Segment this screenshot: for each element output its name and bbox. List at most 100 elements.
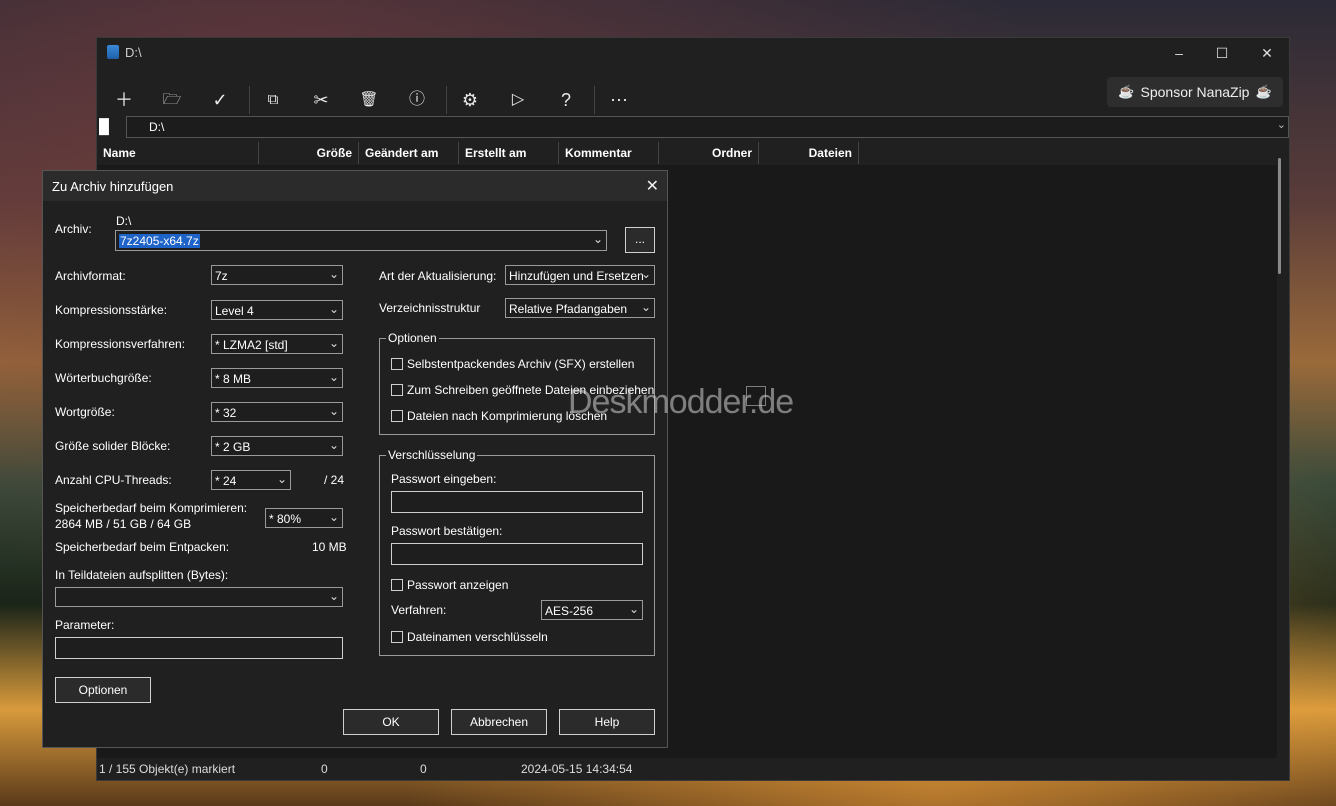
chevron-down-icon[interactable]: ⌄ [593, 232, 603, 246]
word-size-label: Wortgröße: [55, 405, 115, 419]
column-comment[interactable]: Kommentar [559, 142, 659, 164]
column-name[interactable]: Name [97, 142, 259, 164]
app-icon [107, 45, 119, 59]
update-mode-select[interactable]: Hinzufügen und Ersetzen ⌄ [505, 265, 655, 285]
sponsor-label: Sponsor NanaZip [1140, 84, 1250, 100]
window-title: D:\ [125, 45, 142, 60]
sfx-checkbox[interactable]: Selbstentpackendes Archiv (SFX) erstelle… [391, 357, 634, 371]
chevron-down-icon: ⌄ [276, 472, 287, 486]
sfx-label: Selbstentpackendes Archiv (SFX) erstelle… [407, 357, 635, 371]
address-path: D:\ [149, 120, 165, 134]
gear-icon[interactable]: ⚙ [452, 82, 488, 118]
method-select[interactable]: * LZMA2 [std] ⌄ [211, 334, 343, 354]
scrollbar[interactable] [1278, 158, 1281, 274]
toolbar-separator [594, 86, 595, 114]
add-icon[interactable]: ＋ [106, 82, 142, 118]
check-icon[interactable]: ✓ [202, 82, 238, 118]
copy-icon[interactable]: ⧉ [255, 82, 291, 118]
sponsor-button[interactable]: ☕ Sponsor NanaZip ☕ [1107, 77, 1283, 107]
close-button[interactable]: ✕ [1245, 42, 1289, 64]
help-button[interactable]: Help [559, 709, 655, 735]
chevron-down-icon: ⌄ [328, 267, 339, 281]
memory-compress-label: Speicherbedarf beim Komprimieren: [55, 501, 248, 515]
encrypt-names-checkbox[interactable]: Dateinamen verschlüsseln [391, 630, 548, 644]
memory-decompress-label: Speicherbedarf beim Entpacken: [55, 540, 230, 554]
ok-button[interactable]: OK [343, 709, 439, 735]
column-folders[interactable]: Ordner [659, 142, 759, 164]
add-to-archive-dialog: Zu Archiv hinzufügen ✕ Archiv: D:\ 7z240… [42, 170, 668, 748]
split-select[interactable]: ⌄ [55, 587, 343, 607]
format-value: 7z [215, 269, 228, 283]
column-size[interactable]: Größe [259, 142, 359, 164]
encryption-method-value: AES-256 [545, 604, 594, 618]
archive-directory: D:\ [116, 214, 132, 228]
password-confirm-input[interactable] [391, 543, 643, 565]
password-label: Passwort eingeben: [391, 472, 497, 486]
checkbox-box[interactable] [391, 410, 403, 422]
help-icon[interactable]: ? [548, 82, 584, 118]
checkbox-box[interactable] [391, 579, 403, 591]
checkbox-box[interactable] [391, 358, 403, 370]
memory-decompress-value: 10 MB [312, 540, 347, 554]
more-icon[interactable]: ⋯ [601, 82, 637, 118]
word-size-value: * 32 [215, 406, 237, 420]
minimize-button[interactable]: – [1157, 42, 1201, 64]
checkbox-box[interactable] [391, 384, 403, 396]
dictionary-label: Wörterbuchgröße: [55, 371, 152, 385]
path-mode-label: Verzeichnisstruktur [379, 301, 481, 315]
play-icon[interactable]: ▷ [500, 82, 536, 118]
chevron-down-icon: ⌄ [640, 300, 651, 314]
toolbar-separator [249, 86, 250, 114]
column-files[interactable]: Dateien [759, 142, 859, 164]
status-bar: 1 / 155 Objekt(e) markiert 0 0 2024-05-1… [97, 758, 1289, 780]
chevron-down-icon[interactable]: ⌄ [1277, 118, 1286, 131]
show-password-label: Passwort anzeigen [407, 578, 509, 592]
password-confirm-label: Passwort bestätigen: [391, 524, 503, 538]
checkbox-box[interactable] [391, 631, 403, 643]
chevron-down-icon: ⌄ [328, 510, 339, 524]
column-headers: Name Größe Geändert am Erstellt am Komme… [97, 142, 1289, 164]
dictionary-value: * 8 MB [215, 372, 252, 386]
coffee-icon: ☕ [1118, 84, 1135, 99]
chevron-down-icon: ⌄ [628, 602, 639, 616]
maximize-button[interactable]: ☐ [1200, 42, 1244, 64]
solid-block-select[interactable]: * 2 GB ⌄ [211, 436, 343, 456]
parameter-input[interactable] [55, 637, 343, 659]
threads-value: * 24 [215, 474, 237, 488]
status-packed: 0 [420, 762, 427, 776]
encryption-group: Verschlüsselung Passwort eingeben: Passw… [379, 448, 655, 656]
folder-add-icon[interactable]: 🗁 [154, 82, 190, 118]
coffee-icon: ☕ [1255, 84, 1272, 99]
show-password-checkbox[interactable]: Passwort anzeigen [391, 578, 508, 592]
word-size-select[interactable]: * 32 ⌄ [211, 402, 343, 422]
cut-icon[interactable]: ✂ [303, 82, 339, 118]
encryption-method-select[interactable]: AES-256 ⌄ [541, 600, 643, 620]
memory-percent-select[interactable]: * 80% ⌄ [265, 508, 343, 528]
path-mode-value: Relative Pfadangaben [509, 302, 628, 316]
format-select[interactable]: 7z ⌄ [211, 265, 343, 285]
close-icon[interactable]: ✕ [646, 176, 659, 196]
edit-icon [746, 386, 766, 406]
archive-name-combo[interactable]: 7z2405-x64.7z ⌄ [115, 230, 607, 251]
chevron-down-icon: ⌄ [328, 404, 339, 418]
encryption-method-label: Verfahren: [391, 603, 447, 617]
method-value: * LZMA2 [std] [215, 338, 288, 352]
level-select[interactable]: Level 4 ⌄ [211, 300, 343, 320]
threads-select[interactable]: * 24 ⌄ [211, 470, 291, 490]
column-created[interactable]: Erstellt am [459, 142, 559, 164]
status-selection: 1 / 155 Objekt(e) markiert [99, 762, 236, 776]
password-input[interactable] [391, 491, 643, 513]
cancel-button[interactable]: Abbrechen [451, 709, 547, 735]
column-modified[interactable]: Geändert am [359, 142, 459, 164]
options-button[interactable]: Optionen [55, 677, 151, 703]
path-mode-select[interactable]: Relative Pfadangaben ⌄ [505, 298, 655, 318]
memory-compress-value: 2864 MB / 51 GB / 64 GB [55, 517, 192, 531]
delete-icon[interactable]: 🗑 [351, 82, 387, 118]
browse-button[interactable]: ... [625, 227, 655, 253]
address-input[interactable]: D:\ ⌄ [126, 116, 1289, 138]
up-folder-icon[interactable]: █ [99, 118, 117, 136]
dictionary-select[interactable]: * 8 MB ⌄ [211, 368, 343, 388]
dialog-title: Zu Archiv hinzufügen [52, 179, 174, 194]
status-size: 0 [321, 762, 328, 776]
info-icon[interactable]: ⓘ [399, 82, 435, 118]
